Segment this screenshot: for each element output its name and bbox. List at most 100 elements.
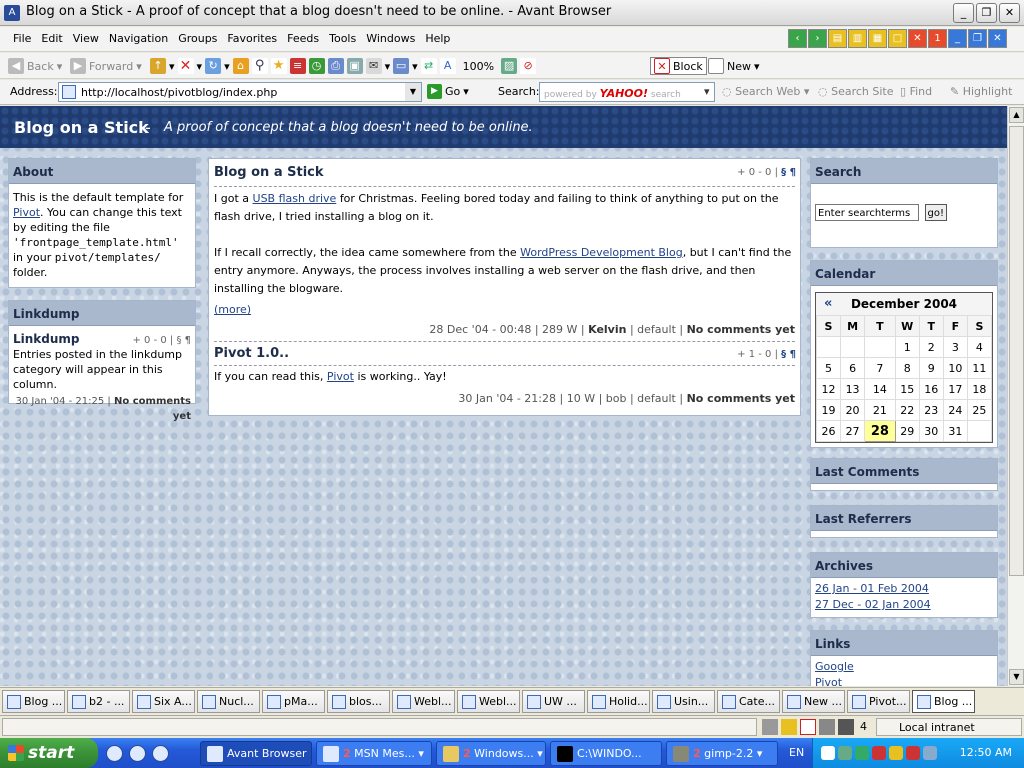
taskbar-avant-browser[interactable]: Avant Browser [200,741,312,766]
language-indicator[interactable]: EN [789,746,804,759]
menu-file[interactable]: File [8,32,36,45]
menu-view[interactable]: View [68,32,104,45]
archive-link[interactable]: 26 Jan - 01 Feb 2004 [815,581,993,597]
save-page-icon[interactable]: ▣ [346,58,363,74]
calendar-prev-month[interactable]: « [824,293,832,315]
flash-icon[interactable] [781,719,797,735]
alert-icon[interactable] [906,746,920,760]
scroll-down-arrow[interactable]: ▼ [1009,669,1024,685]
calendar-today[interactable]: 28 [864,420,896,442]
menu-help[interactable]: Help [420,32,455,45]
download-icon[interactable] [838,719,854,735]
browser-tab[interactable]: Blog ... [2,690,65,713]
author-link[interactable]: Kelvin [588,323,626,336]
prev-tab-icon[interactable]: ‹ [788,29,807,48]
address-dropdown[interactable]: ▼ [405,83,421,101]
browser-tab[interactable]: b2 - ... [67,690,130,713]
menu-edit[interactable]: Edit [36,32,67,45]
zoom-level[interactable]: 100% [459,60,498,73]
wordpress-dev-blog-link[interactable]: WordPress Development Blog [520,246,683,259]
favorites-star-icon[interactable]: ★ [270,58,287,74]
tile-horizontal-icon[interactable]: ▥ [848,29,867,48]
post-title[interactable]: Pivot 1.0.. [214,346,289,361]
block-image-icon[interactable]: ⊘ [520,58,537,74]
usb-flash-drive-link[interactable]: USB flash drive [253,192,337,205]
tab-restore-icon[interactable]: ❐ [968,29,987,48]
blog-search-button[interactable]: go! [924,204,947,221]
ie-icon[interactable] [106,745,123,762]
address-input[interactable]: http://localhost/pivotblog/index.php ▼ [58,82,422,102]
restore-button[interactable]: ❐ [976,3,997,23]
highlight-button[interactable]: ✎ Highlight [950,85,1012,98]
web-search-input[interactable]: powered by YAHOO! search [539,82,715,102]
refresh-icon[interactable]: ↻ [205,58,222,74]
image-icon[interactable]: ▨ [501,58,518,74]
forward-button[interactable]: ▶ Forward ▾ [70,57,142,75]
antivirus-icon[interactable] [872,746,886,760]
show-desktop-icon[interactable] [129,745,146,762]
menu-feeds[interactable]: Feeds [282,32,324,45]
msn-tray-icon[interactable] [855,746,869,760]
vertical-scrollbar[interactable]: ▲ ▼ [1007,106,1024,686]
font-size-icon[interactable]: A [439,58,456,74]
more-link[interactable]: (more) [214,303,251,316]
scroll-thumb[interactable] [1009,126,1024,576]
zonealarm-icon[interactable] [889,746,903,760]
search-web-button[interactable]: ◌ Search Web ▾ [722,85,809,98]
mail-icon[interactable]: ✉ [365,58,382,74]
menu-windows[interactable]: Windows [361,32,420,45]
post-title[interactable]: Blog on a Stick [214,165,324,180]
translate-icon[interactable]: ⇄ [420,58,437,74]
start-button[interactable]: start [0,738,98,768]
close-button[interactable]: ✕ [999,3,1020,23]
browser-tab[interactable]: Usin... [652,690,715,713]
google-link[interactable]: Google [815,659,993,675]
linkdump-comments-link[interactable]: No comments yet [114,396,191,422]
avant-browser-icon[interactable]: A [4,5,20,21]
search-site-button[interactable]: ◌ Search Site [818,85,894,98]
browser-tab[interactable]: Nucl... [197,690,260,713]
tile-vertical-icon[interactable]: ▦ [868,29,887,48]
browser-tab[interactable]: blos... [327,690,390,713]
browser-tab[interactable]: Pivot... [847,690,910,713]
browser-tab[interactable]: Six A... [132,690,195,713]
up-folder-icon[interactable]: ↑ [150,58,166,74]
minimize-button[interactable]: _ [953,3,974,23]
browser-tab[interactable]: Cate... [717,690,780,713]
go-button[interactable]: ▶ Go ▾ [427,84,469,99]
next-tab-icon[interactable]: › [808,29,827,48]
browser-tab[interactable]: UW ... [522,690,585,713]
window-icon[interactable]: ▭ [393,58,410,74]
pivot-link[interactable]: Pivot [13,206,40,219]
archive-link[interactable]: 27 Dec - 02 Jan 2004 [815,597,993,613]
search-icon[interactable]: ⚲ [251,58,268,74]
menu-tools[interactable]: Tools [324,32,361,45]
linkdump-entry-counts[interactable]: + 0 - 0 | § ¶ [132,333,191,348]
network-icon[interactable] [838,746,852,760]
volume-icon[interactable] [923,746,937,760]
browser-tab-active[interactable]: Blog ... [912,690,975,713]
rss-feed-icon[interactable]: ≡ [289,58,306,74]
taskbar-msn-messenger[interactable]: 2 MSN Mes... ▾ [316,741,432,766]
browser-tab[interactable]: Webl... [392,690,455,713]
tab-close-icon[interactable]: ✕ [988,29,1007,48]
menu-navigation[interactable]: Navigation [104,32,173,45]
one-window-icon[interactable]: 1 [928,29,947,48]
taskbar-command-prompt[interactable]: C:\WINDO... [550,741,662,766]
browser-tab[interactable]: New ... [782,690,845,713]
home-icon[interactable]: ⌂ [232,58,249,74]
search-dropdown[interactable]: ▾ [704,85,710,98]
pivot-post-link[interactable]: Pivot [327,370,354,383]
popup-block-icon[interactable] [800,719,816,735]
block-popups-button[interactable]: ✕ Block [650,57,707,75]
taskbar-windows-explorer[interactable]: 2 Windows... ▾ [436,741,546,766]
close-tab-icon[interactable]: ✕ [908,29,927,48]
back-button[interactable]: ◀ Back ▾ [8,57,62,75]
taskbar-gimp[interactable]: 2 gimp-2.2 ▾ [666,741,778,766]
history-icon[interactable]: ◷ [308,58,325,74]
new-window-button[interactable]: New ▾ [708,57,760,75]
browser-tab[interactable]: Webl... [457,690,520,713]
proxy-icon[interactable] [819,719,835,735]
menu-groups[interactable]: Groups [173,32,222,45]
print-icon[interactable]: ⎙ [327,58,344,74]
